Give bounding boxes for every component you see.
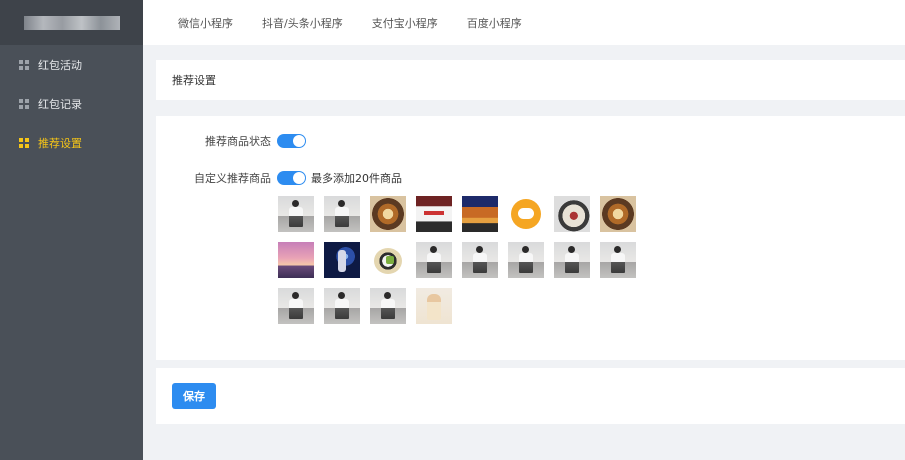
grid-icon bbox=[19, 137, 29, 148]
sidebar-item-recommend-settings[interactable]: 推荐设置 bbox=[0, 123, 143, 162]
product-thumbnail[interactable] bbox=[600, 242, 636, 278]
tab-alipay[interactable]: 支付宝小程序 bbox=[372, 15, 438, 31]
product-thumbnail[interactable] bbox=[278, 288, 314, 324]
product-thumbnail[interactable] bbox=[554, 196, 590, 232]
sidebar-item-redpacket-records[interactable]: 红包记录 bbox=[0, 84, 143, 123]
logo bbox=[0, 0, 143, 45]
sidebar-item-redpacket-activity[interactable]: 红包活动 bbox=[0, 45, 143, 84]
product-thumbnail[interactable] bbox=[324, 288, 360, 324]
product-thumbnail[interactable] bbox=[324, 242, 360, 278]
tab-baidu[interactable]: 百度小程序 bbox=[467, 15, 522, 31]
page-title: 推荐设置 bbox=[172, 74, 216, 87]
toggle-knob bbox=[293, 135, 305, 147]
product-thumbnail[interactable] bbox=[462, 242, 498, 278]
custom-row: 自定义推荐商品 最多添加20件商品 bbox=[156, 170, 402, 186]
settings-form: 推荐商品状态 自定义推荐商品 最多添加20件商品 bbox=[156, 116, 905, 360]
product-thumbnail[interactable] bbox=[370, 196, 406, 232]
tab-wechat[interactable]: 微信小程序 bbox=[178, 15, 233, 31]
sidebar-item-label: 推荐设置 bbox=[38, 136, 82, 150]
custom-hint: 最多添加20件商品 bbox=[311, 172, 402, 185]
actions-panel: 保存 bbox=[156, 368, 905, 424]
product-thumbnail[interactable] bbox=[508, 242, 544, 278]
sidebar: 红包活动 红包记录 推荐设置 bbox=[0, 0, 143, 460]
product-thumbnail[interactable] bbox=[370, 242, 406, 278]
product-thumbnail[interactable] bbox=[600, 196, 636, 232]
product-thumbnail[interactable] bbox=[324, 196, 360, 232]
page-title-panel: 推荐设置 bbox=[156, 60, 905, 100]
status-toggle[interactable] bbox=[277, 134, 306, 148]
grid-icon bbox=[19, 98, 29, 109]
status-label: 推荐商品状态 bbox=[205, 135, 271, 148]
product-thumbnail[interactable] bbox=[462, 196, 498, 232]
logo-image bbox=[23, 15, 120, 30]
product-thumbnail[interactable] bbox=[416, 242, 452, 278]
grid-icon bbox=[19, 59, 29, 70]
save-button[interactable]: 保存 bbox=[172, 383, 216, 409]
status-row: 推荐商品状态 bbox=[156, 133, 306, 149]
product-thumbnail[interactable] bbox=[554, 242, 590, 278]
product-thumbnail[interactable] bbox=[370, 288, 406, 324]
product-thumbnail[interactable] bbox=[278, 196, 314, 232]
custom-toggle[interactable] bbox=[277, 171, 306, 185]
tab-douyin[interactable]: 抖音/头条小程序 bbox=[262, 15, 343, 31]
toggle-knob bbox=[293, 172, 305, 184]
product-thumbnail[interactable] bbox=[508, 196, 544, 232]
product-thumbnail[interactable] bbox=[416, 196, 452, 232]
platform-tabs: 微信小程序 抖音/头条小程序 支付宝小程序 百度小程序 bbox=[143, 0, 905, 45]
sidebar-item-label: 红包活动 bbox=[38, 58, 82, 72]
custom-label: 自定义推荐商品 bbox=[194, 172, 271, 185]
product-thumbnail[interactable] bbox=[278, 242, 314, 278]
product-thumbnail[interactable] bbox=[416, 288, 452, 324]
sidebar-item-label: 红包记录 bbox=[38, 97, 82, 111]
